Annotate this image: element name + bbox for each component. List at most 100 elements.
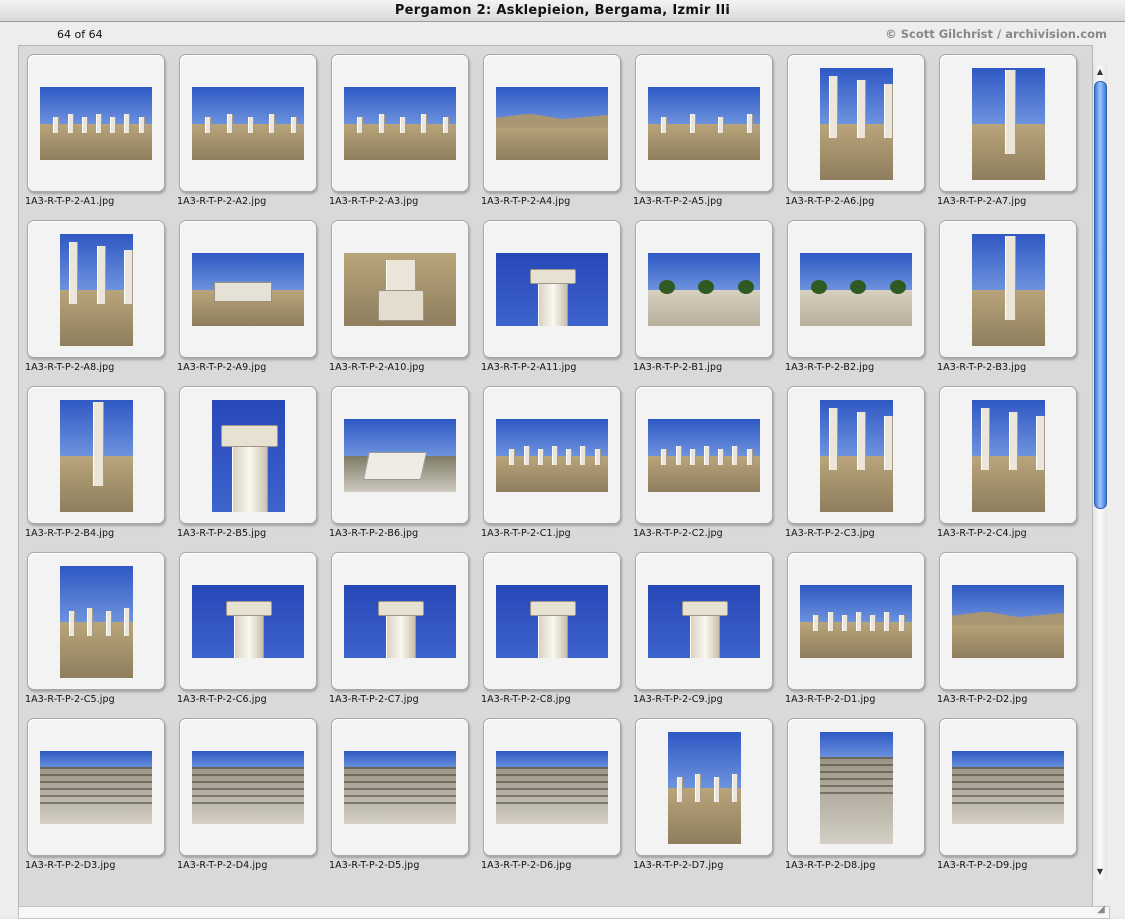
slide-photo[interactable] [344,585,456,658]
slide-photo[interactable] [952,751,1064,824]
slide-photo[interactable] [212,400,285,512]
slide-photo[interactable] [972,400,1045,512]
slide-thumbnail[interactable]: 1A3-R-T-P-2-A11.jpg [481,220,633,386]
slide-photo[interactable] [648,419,760,492]
slide-photo[interactable] [800,585,912,658]
slide-photo[interactable] [496,419,608,492]
slide-photo[interactable] [800,253,912,326]
slide-mount[interactable] [331,552,469,690]
slide-thumbnail[interactable]: 1A3-R-T-P-2-C3.jpg [785,386,937,552]
slide-mount[interactable] [787,552,925,690]
slide-thumbnail[interactable]: 1A3-R-T-P-2-B3.jpg [937,220,1089,386]
slide-mount[interactable] [635,220,773,358]
slide-mount[interactable] [635,552,773,690]
slide-mount[interactable] [483,552,621,690]
slide-thumbnail[interactable]: 1A3-R-T-P-2-D6.jpg [481,718,633,884]
slide-mount[interactable] [179,220,317,358]
slide-thumbnail[interactable]: 1A3-R-T-P-2-B6.jpg [329,386,481,552]
slide-thumbnail[interactable]: 1A3-R-T-P-2-D2.jpg [937,552,1089,718]
slide-thumbnail[interactable]: 1A3-R-T-P-2-D7.jpg [633,718,785,884]
slide-thumbnail[interactable]: 1A3-R-T-P-2-A1.jpg [25,54,177,220]
slide-mount[interactable] [939,386,1077,524]
slide-photo[interactable] [496,253,608,326]
slide-mount[interactable] [331,220,469,358]
slide-mount[interactable] [939,552,1077,690]
slide-mount[interactable] [939,718,1077,856]
slide-thumbnail[interactable]: 1A3-R-T-P-2-A10.jpg [329,220,481,386]
slide-thumbnail[interactable]: 1A3-R-T-P-2-D8.jpg [785,718,937,884]
slide-photo[interactable] [496,751,608,824]
slide-photo[interactable] [496,87,608,160]
slide-thumbnail[interactable]: 1A3-R-T-P-2-C4.jpg [937,386,1089,552]
slide-photo[interactable] [192,751,304,824]
slide-thumbnail[interactable]: 1A3-R-T-P-2-B4.jpg [25,386,177,552]
slide-mount[interactable] [635,718,773,856]
slide-mount[interactable] [483,220,621,358]
slide-mount[interactable] [635,386,773,524]
slide-thumbnail[interactable]: 1A3-R-T-P-2-D1.jpg [785,552,937,718]
slide-photo[interactable] [648,253,760,326]
slide-mount[interactable] [939,54,1077,192]
slide-mount[interactable] [787,718,925,856]
slide-mount[interactable] [787,220,925,358]
up-arrow-icon[interactable]: ▲ [1093,65,1107,79]
slide-photo[interactable] [952,585,1064,658]
slide-thumbnail[interactable]: 1A3-R-T-P-2-D9.jpg [937,718,1089,884]
slide-thumbnail[interactable]: 1A3-R-T-P-2-A7.jpg [937,54,1089,220]
slide-photo[interactable] [60,234,133,346]
slide-thumbnail[interactable]: 1A3-R-T-P-2-A5.jpg [633,54,785,220]
slide-photo[interactable] [344,87,456,160]
slide-mount[interactable] [27,552,165,690]
slide-thumbnail[interactable]: 1A3-R-T-P-2-D5.jpg [329,718,481,884]
slide-photo[interactable] [648,585,760,658]
slide-thumbnail[interactable]: 1A3-R-T-P-2-A9.jpg [177,220,329,386]
slide-mount[interactable] [483,386,621,524]
slide-thumbnail[interactable]: 1A3-R-T-P-2-D3.jpg [25,718,177,884]
slide-photo[interactable] [344,751,456,824]
slide-thumbnail[interactable]: 1A3-R-T-P-2-A3.jpg [329,54,481,220]
slide-photo[interactable] [40,87,152,160]
slide-photo[interactable] [648,87,760,160]
slide-thumbnail[interactable]: 1A3-R-T-P-2-C6.jpg [177,552,329,718]
slide-thumbnail[interactable]: 1A3-R-T-P-2-B1.jpg [633,220,785,386]
slide-photo[interactable] [60,400,133,512]
slide-mount[interactable] [331,386,469,524]
slide-thumbnail[interactable]: 1A3-R-T-P-2-A6.jpg [785,54,937,220]
slide-thumbnail[interactable]: 1A3-R-T-P-2-C1.jpg [481,386,633,552]
slide-mount[interactable] [179,552,317,690]
slide-thumbnail[interactable]: 1A3-R-T-P-2-A4.jpg [481,54,633,220]
slide-photo[interactable] [820,732,893,844]
slide-thumbnail[interactable]: 1A3-R-T-P-2-A8.jpg [25,220,177,386]
slide-thumbnail[interactable]: 1A3-R-T-P-2-A2.jpg [177,54,329,220]
slide-mount[interactable] [331,718,469,856]
slide-mount[interactable] [331,54,469,192]
slide-mount[interactable] [483,718,621,856]
slide-photo[interactable] [344,253,456,326]
slide-photo[interactable] [192,585,304,658]
slide-thumbnail[interactable]: 1A3-R-T-P-2-C9.jpg [633,552,785,718]
slide-photo[interactable] [192,253,304,326]
slide-photo[interactable] [972,234,1045,346]
slide-mount[interactable] [787,54,925,192]
slide-photo[interactable] [972,68,1045,180]
slide-mount[interactable] [27,54,165,192]
slide-photo[interactable] [40,751,152,824]
resize-grip-icon[interactable]: ◢ [1095,904,1107,916]
vertical-scrollbar[interactable]: ▲ ▼ [1092,65,1107,879]
slide-photo[interactable] [668,732,741,844]
slide-thumbnail[interactable]: 1A3-R-T-P-2-C5.jpg [25,552,177,718]
slide-photo[interactable] [344,419,456,492]
slide-mount[interactable] [939,220,1077,358]
scroll-thumb[interactable] [1094,81,1107,509]
slide-mount[interactable] [179,54,317,192]
slide-thumbnail[interactable]: 1A3-R-T-P-2-C7.jpg [329,552,481,718]
slide-mount[interactable] [27,718,165,856]
slide-mount[interactable] [635,54,773,192]
slide-photo[interactable] [820,400,893,512]
slide-mount[interactable] [483,54,621,192]
slide-photo[interactable] [820,68,893,180]
down-arrow-icon[interactable]: ▼ [1093,865,1107,879]
slide-thumbnail[interactable]: 1A3-R-T-P-2-D4.jpg [177,718,329,884]
slide-mount[interactable] [27,386,165,524]
slide-thumbnail[interactable]: 1A3-R-T-P-2-B5.jpg [177,386,329,552]
